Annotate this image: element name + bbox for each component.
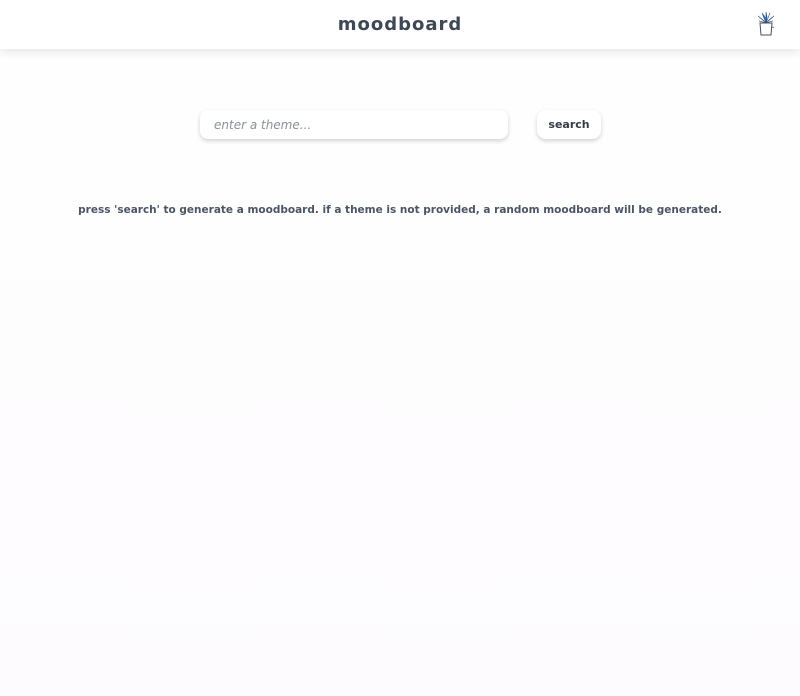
potted-plant-icon[interactable] bbox=[756, 11, 776, 37]
search-button[interactable]: search bbox=[537, 110, 601, 139]
app-header: moodboard bbox=[0, 0, 800, 49]
search-bar: search bbox=[0, 110, 800, 142]
theme-search-input[interactable] bbox=[200, 110, 508, 139]
app-title: moodboard bbox=[337, 14, 463, 35]
instruction-text: press 'search' to generate a moodboard. … bbox=[78, 204, 722, 216]
